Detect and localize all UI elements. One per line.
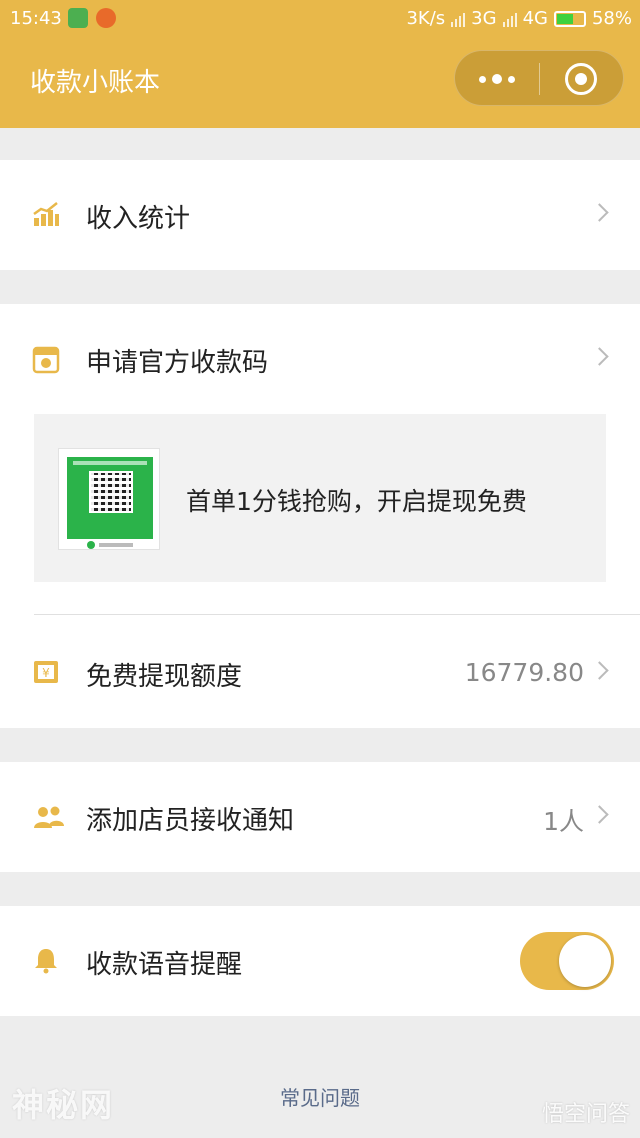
network-3g: 3G: [471, 8, 497, 29]
staff-count: 1人: [543, 807, 584, 836]
divider: [34, 614, 640, 615]
free-quota-label: 免费提现额度: [86, 662, 243, 692]
voice-alert-toggle[interactable]: [520, 932, 614, 990]
toggle-knob: [559, 935, 611, 987]
income-stats-label: 收入统计: [86, 204, 191, 234]
promo-banner[interactable]: 首单1分钱抢购，开启提现免费: [34, 414, 606, 582]
status-time: 15:43: [10, 8, 62, 29]
network-4g: 4G: [522, 8, 548, 29]
free-quota-row[interactable]: ¥ 免费提现额度 16779.80: [0, 618, 640, 728]
income-stats-card: 收入统计: [0, 160, 640, 270]
staff-icon: [34, 806, 64, 828]
qr-card-header: [73, 461, 147, 465]
add-staff-label: 添加店员接收通知: [86, 806, 295, 836]
payment-code-card: 申请官方收款码 首单1分钱抢购，开启提现免费 ¥ 免费提现额度 16779.80: [0, 304, 640, 728]
chevron-right-icon: [590, 805, 609, 824]
more-icon[interactable]: [455, 51, 539, 107]
qr-code-image: [89, 471, 133, 513]
bar-chart-icon: [33, 202, 59, 226]
wechat-pay-logo: [67, 539, 153, 551]
promo-text: 首单1分钱抢购，开启提现免费: [186, 487, 527, 516]
watermark-right: 悟空问答: [541, 1102, 630, 1127]
chevron-right-icon: [590, 661, 609, 680]
bell-icon: [35, 949, 57, 974]
watermark-left: 神秘网: [12, 1086, 115, 1124]
signal-icon: [451, 11, 466, 27]
wechat-notification-icon: [68, 8, 88, 28]
official-code-label: 申请官方收款码: [86, 348, 269, 378]
qr-card-background: [67, 457, 153, 539]
voice-alert-row: 收款语音提醒: [0, 906, 640, 1016]
close-target-icon[interactable]: [565, 63, 597, 95]
svg-text:¥: ¥: [42, 666, 50, 680]
chevron-right-icon: [590, 347, 609, 366]
official-code-row[interactable]: 申请官方收款码: [0, 304, 640, 414]
voice-alert-card: 收款语音提醒: [0, 906, 640, 1016]
qr-code-thumbnail: [58, 448, 160, 550]
status-bar: 15:43 3K/s 3G 4G 58%: [0, 0, 640, 36]
page-title: 收款小账本: [30, 68, 161, 98]
income-stats-row[interactable]: 收入统计: [0, 160, 640, 270]
staff-card: 添加店员接收通知 1人: [0, 762, 640, 872]
free-quota-value: 16779.80: [464, 658, 584, 687]
app-notification-icon: [96, 8, 116, 28]
voice-alert-label: 收款语音提醒: [86, 950, 243, 980]
signal-icon: [502, 11, 517, 27]
mini-program-capsule: [454, 50, 624, 106]
capsule-divider: [539, 63, 540, 95]
chevron-right-icon: [590, 203, 609, 222]
battery-icon: [553, 10, 586, 27]
add-staff-row[interactable]: 添加店员接收通知 1人: [0, 762, 640, 872]
battery-percent: 58%: [591, 8, 632, 29]
qr-card-icon: [32, 346, 60, 374]
yuan-receipt-icon: ¥: [34, 661, 58, 683]
app-header: 15:43 3K/s 3G 4G 58% 收款小账本: [0, 0, 640, 128]
status-indicators: 3K/s 3G 4G 58%: [406, 8, 632, 29]
network-speed: 3K/s: [406, 8, 446, 29]
